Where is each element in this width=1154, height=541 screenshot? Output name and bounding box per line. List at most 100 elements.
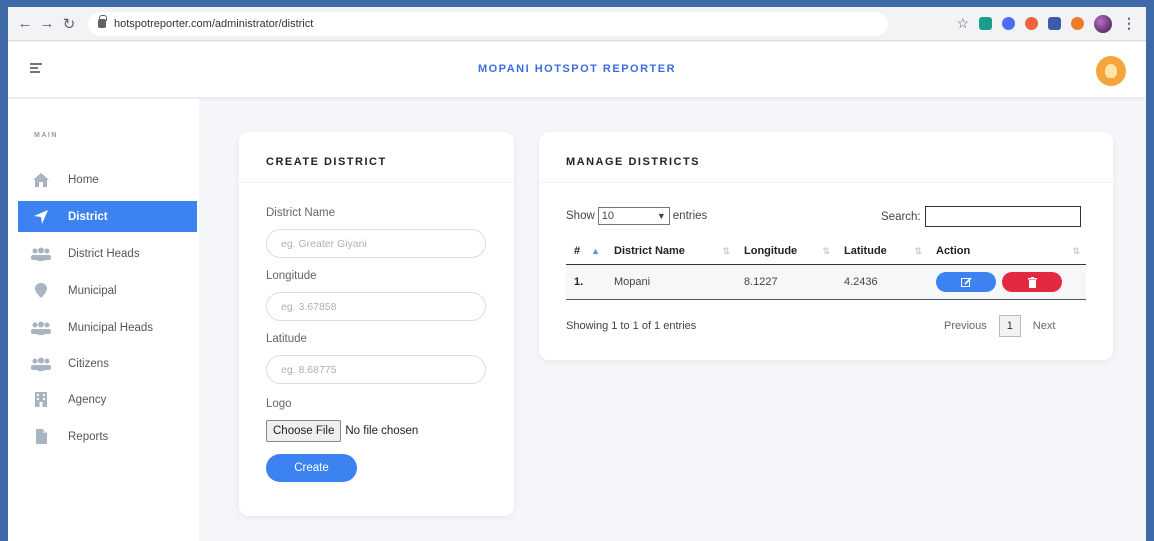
entries-length-control: Show 10 ▼ entries (566, 207, 707, 225)
reload-icon[interactable]: ↻ (58, 13, 80, 35)
sidebar-item-label: District (68, 210, 108, 223)
map-pin-icon (30, 282, 52, 300)
sidebar-item-label: Municipal (68, 284, 117, 297)
sort-icon: ⇅ (722, 245, 730, 256)
cell-number: 1. (574, 276, 584, 288)
sidebar-item-label: Home (68, 173, 99, 186)
sidebar-item-municipal[interactable]: Municipal (18, 275, 197, 306)
next-button[interactable]: Next (1033, 320, 1056, 332)
address-bar[interactable]: hotspotreporter.com/administrator/distri… (88, 11, 888, 36)
building-icon (30, 391, 52, 409)
sidebar-section-label: MAIN (34, 132, 58, 139)
table-info: Showing 1 to 1 of 1 entries (566, 320, 697, 332)
pagination: Previous 1 Next (944, 315, 1055, 337)
edit-button[interactable] (936, 272, 996, 292)
extension-icon[interactable] (1025, 17, 1038, 30)
column-label: Longitude (744, 245, 798, 257)
card-title: MANAGE DISTRICTS (566, 156, 700, 168)
lightbulb-icon (1105, 64, 1117, 78)
create-district-card: CREATE DISTRICT District Name Longitude … (239, 132, 514, 516)
divider (539, 182, 1113, 183)
longitude-input[interactable] (266, 292, 486, 321)
divider (239, 182, 514, 183)
manage-districts-card: MANAGE DISTRICTS Show 10 ▼ entries Searc… (539, 132, 1113, 360)
choose-file-button[interactable]: Choose File (266, 420, 342, 442)
extension-icon[interactable] (1071, 17, 1084, 30)
sidebar: MAIN Home District District Heads Munici… (8, 99, 199, 541)
column-header-latitude[interactable]: Latitude ⇅ (836, 245, 928, 257)
app-title: MOPANI HOTSPOT REPORTER (477, 63, 677, 75)
app-header: MOPANI HOTSPOT REPORTER (8, 42, 1146, 97)
sidebar-item-municipal-heads[interactable]: Municipal Heads (18, 312, 197, 343)
entries-value: 10 (601, 210, 615, 222)
browser-extensions: ☆ ⋮ (956, 14, 1146, 33)
users-icon (30, 245, 52, 263)
trash-icon (1027, 276, 1037, 288)
create-button[interactable]: Create (266, 454, 357, 482)
sidebar-item-reports[interactable]: Reports (18, 421, 197, 452)
cell-district-name: Mopani (614, 276, 651, 288)
column-header-action[interactable]: Action ⇅ (928, 245, 1086, 257)
latitude-label: Latitude (266, 333, 307, 345)
column-label: District Name (614, 245, 685, 257)
previous-button[interactable]: Previous (944, 320, 987, 332)
column-label: Action (936, 245, 971, 257)
column-header-longitude[interactable]: Longitude ⇅ (736, 245, 836, 257)
table-header: # ▲ District Name ⇅ Longitude ⇅ Latitude… (566, 238, 1086, 265)
sidebar-item-label: District Heads (68, 247, 140, 260)
logo-file-picker: Choose File No file chosen (266, 420, 418, 442)
extension-icon[interactable] (979, 17, 992, 30)
sidebar-item-label: Agency (68, 393, 107, 406)
column-label: # (574, 245, 581, 257)
file-status: No file chosen (345, 425, 419, 437)
url-text: hotspotreporter.com/administrator/distri… (114, 17, 314, 30)
file-icon (30, 428, 52, 446)
sidebar-item-label: Citizens (68, 357, 109, 370)
sidebar-item-citizens[interactable]: Citizens (18, 348, 197, 379)
profile-avatar[interactable] (1094, 14, 1112, 33)
longitude-label: Longitude (266, 270, 317, 282)
bookmark-star-icon[interactable]: ☆ (956, 15, 969, 32)
users-icon (30, 319, 52, 337)
browser-window: ← → ↻ hotspotreporter.com/administrator/… (8, 7, 1146, 541)
column-label: Latitude (844, 245, 887, 257)
sidebar-item-label: Municipal Heads (68, 321, 154, 334)
sidebar-item-label: Reports (68, 430, 109, 443)
forward-icon[interactable]: → (36, 13, 58, 35)
edit-icon (960, 276, 972, 287)
sidebar-item-district[interactable]: District (18, 201, 197, 232)
column-header-number[interactable]: # ▲ (566, 245, 606, 257)
delete-button[interactable] (1002, 272, 1062, 292)
sort-icon: ⇅ (1072, 245, 1080, 256)
card-title: CREATE DISTRICT (266, 156, 387, 168)
back-icon[interactable]: ← (14, 13, 36, 35)
districts-table: # ▲ District Name ⇅ Longitude ⇅ Latitude… (566, 238, 1086, 300)
browser-toolbar: ← → ↻ hotspotreporter.com/administrator/… (8, 7, 1146, 41)
district-name-input[interactable] (266, 229, 486, 258)
cell-longitude: 8.1227 (744, 276, 778, 288)
column-header-district-name[interactable]: District Name ⇅ (606, 245, 736, 257)
page-button[interactable]: 1 (998, 315, 1021, 337)
sidebar-item-agency[interactable]: Agency (18, 384, 197, 415)
menu-kebab-icon[interactable]: ⋮ (1122, 15, 1136, 32)
lock-icon (98, 15, 107, 28)
users-icon (30, 355, 52, 373)
sidebar-item-home[interactable]: Home (18, 164, 197, 195)
logo-label: Logo (266, 398, 292, 410)
home-icon (30, 171, 52, 189)
district-name-label: District Name (266, 207, 336, 219)
extension-icon[interactable] (1048, 17, 1061, 30)
chevron-down-icon: ▼ (656, 211, 666, 221)
table-row: 1. Mopani 8.1227 4.2436 (566, 265, 1086, 300)
search-control: Search: (881, 206, 1081, 227)
cell-latitude: 4.2436 (844, 276, 878, 288)
entries-select[interactable]: 10 ▼ (597, 207, 670, 225)
extension-icon[interactable] (1002, 17, 1015, 30)
latitude-input[interactable] (266, 355, 486, 384)
sidebar-item-district-heads[interactable]: District Heads (18, 238, 197, 269)
sort-asc-icon: ▲ (591, 246, 600, 256)
sort-icon: ⇅ (914, 245, 922, 256)
search-input[interactable] (924, 206, 1081, 227)
user-avatar[interactable] (1096, 56, 1126, 86)
show-label: Show (566, 210, 595, 222)
